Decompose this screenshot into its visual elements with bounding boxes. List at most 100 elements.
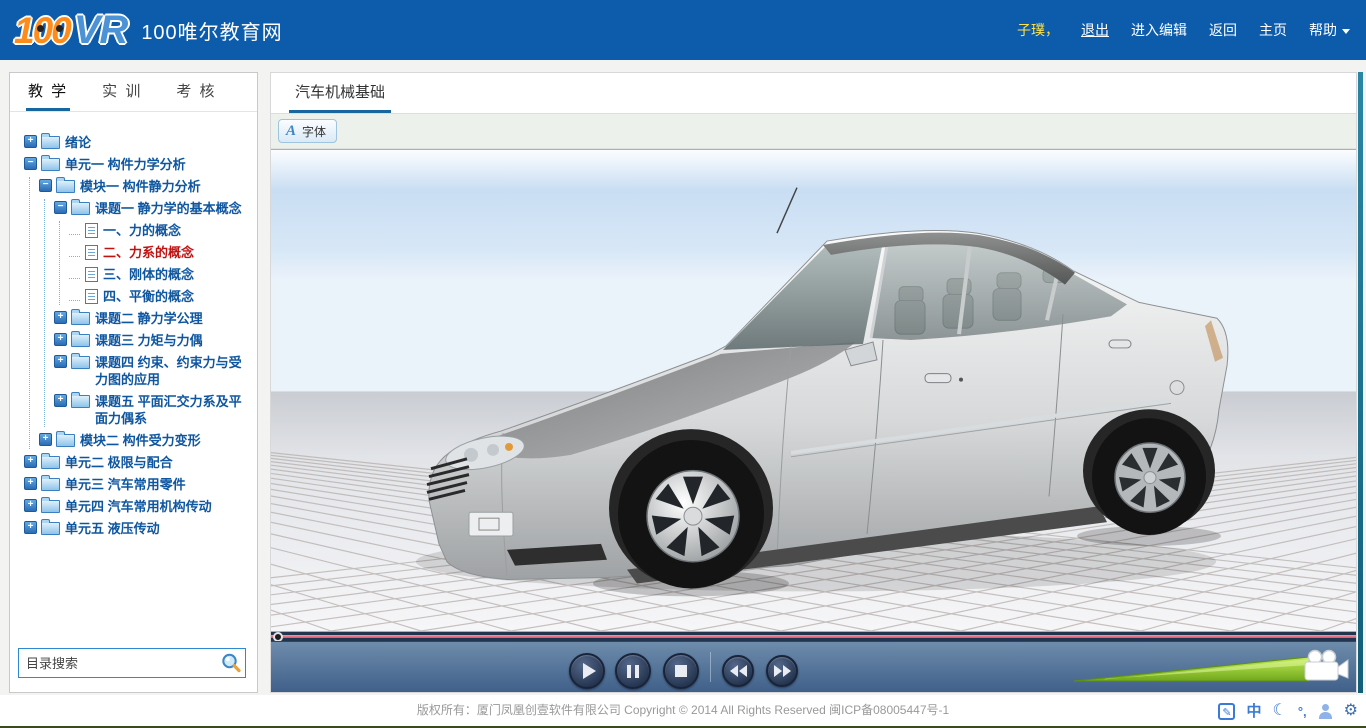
tree-item-label: 一、力的概念 — [103, 221, 253, 239]
help-menu[interactable]: 帮助 — [1309, 20, 1350, 40]
video-camera-icon[interactable] — [1302, 649, 1350, 685]
tree-item-module-1[interactable]: 模块一 构件静力分析 — [39, 177, 253, 195]
copyright-text: 版权所有：厦门凤凰创壹软件有限公司 Copyright © 2014 All R… — [0, 695, 1366, 726]
handwriting-pen-icon[interactable]: ✎ — [1218, 703, 1235, 720]
chevron-down-icon — [1342, 29, 1350, 34]
tree-item-lesson-1[interactable]: 课题一 静力学的基本概念 — [54, 199, 253, 217]
site-logo[interactable]: 100 VR 100唯尔教育网 — [14, 8, 283, 53]
tree-item-label: 课题五 平面汇交力系及平面力偶系 — [95, 392, 253, 427]
expand-icon[interactable] — [24, 499, 37, 512]
play-button[interactable] — [569, 653, 605, 689]
stop-button[interactable] — [663, 653, 699, 689]
logout-link[interactable]: 退出 — [1081, 20, 1109, 40]
folder-icon — [41, 478, 60, 491]
forward-icon — [774, 665, 791, 677]
tree-item-lesson-5[interactable]: 课题五 平面汇交力系及平面力偶系 — [54, 392, 253, 427]
tree-item-label: 模块二 构件受力变形 — [80, 431, 253, 449]
tree-item-label-selected: 二、力系的概念 — [103, 243, 253, 261]
ime-settings-gear-icon[interactable]: ⚙ — [1344, 703, 1358, 719]
tree-item-unit-3[interactable]: 单元三 汽车常用零件 — [24, 475, 253, 493]
header-bar: 100 VR 100唯尔教育网 子璞， 退出 进入编辑 返回 主页 帮助 — [0, 0, 1366, 60]
document-icon — [85, 289, 98, 304]
logo-vr: VR — [74, 8, 128, 53]
expand-icon[interactable] — [24, 477, 37, 490]
volume-wedge[interactable] — [1074, 657, 1309, 683]
tree-item-intro[interactable]: 绪论 — [24, 133, 253, 151]
ime-chinese-mode-icon[interactable]: 中 — [1246, 704, 1261, 719]
folder-icon — [71, 312, 90, 325]
expand-icon[interactable] — [54, 394, 67, 407]
rewind-button[interactable] — [722, 655, 754, 687]
tree-item-label: 单元一 构件力学分析 — [65, 155, 253, 173]
right-edge-scrollbar[interactable] — [1358, 72, 1363, 693]
viewer-3d-canvas[interactable] — [271, 149, 1356, 632]
logo-100vr-icon: 100 VR — [14, 8, 127, 53]
user-profile-icon[interactable] — [1318, 704, 1333, 719]
tree-item-label: 单元五 液压传动 — [65, 519, 253, 537]
tree-doc-force-concept[interactable]: 一、力的概念 — [69, 221, 253, 239]
tree-item-unit-4[interactable]: 单元四 汽车常用机构传动 — [24, 497, 253, 515]
expand-icon[interactable] — [24, 455, 37, 468]
expand-icon[interactable] — [54, 355, 67, 368]
tree-doc-force-system-concept[interactable]: 二、力系的概念 — [69, 243, 253, 261]
font-a-icon: A — [286, 124, 296, 139]
playback-progress-bar[interactable] — [271, 632, 1356, 641]
folder-icon — [56, 434, 75, 447]
search-icon[interactable] — [220, 652, 242, 674]
tree-connector — [69, 226, 80, 235]
tree-item-lesson-3[interactable]: 课题三 力矩与力偶 — [54, 331, 253, 349]
tree-branch: 一、力的概念 二、力系的概念 三、刚体的概念 — [59, 221, 253, 305]
folder-icon — [41, 158, 60, 171]
home-link[interactable]: 主页 — [1259, 20, 1287, 40]
tree-item-lesson-2[interactable]: 课题二 静力学公理 — [54, 309, 253, 327]
forward-button[interactable] — [766, 655, 798, 687]
tree-connector — [69, 270, 80, 279]
collapse-icon[interactable] — [39, 179, 52, 192]
tree-item-module-2[interactable]: 模块二 构件受力变形 — [39, 431, 253, 449]
tree-doc-rigid-body-concept[interactable]: 三、刚体的概念 — [69, 265, 253, 283]
tab-teaching[interactable]: 教 学 — [28, 73, 68, 111]
tree-item-label: 四、平衡的概念 — [103, 287, 253, 305]
tree-item-label: 模块一 构件静力分析 — [80, 177, 253, 195]
enter-edit-link[interactable]: 进入编辑 — [1131, 20, 1187, 40]
pause-icon — [627, 665, 639, 678]
search-input[interactable] — [19, 656, 220, 671]
player-control-bar — [271, 641, 1356, 692]
tree-item-unit-5[interactable]: 单元五 液压传动 — [24, 519, 253, 537]
collapse-icon[interactable] — [54, 201, 67, 214]
expand-icon[interactable] — [54, 333, 67, 346]
footer-bar: 版权所有：厦门凤凰创壹软件有限公司 Copyright © 2014 All R… — [0, 695, 1366, 726]
tree-doc-equilibrium-concept[interactable]: 四、平衡的概念 — [69, 287, 253, 305]
punctuation-toggle-icon[interactable]: °, — [1298, 705, 1307, 718]
tree-item-lesson-4[interactable]: 课题四 约束、约束力与受力图的应用 — [54, 353, 253, 388]
ime-toolbar: ✎ 中 ☾ °, ⚙ — [1218, 698, 1358, 724]
tab-auto-mechanics[interactable]: 汽车机械基础 — [291, 73, 389, 112]
folder-icon — [56, 180, 75, 193]
halfwidth-moon-icon[interactable]: ☾ — [1273, 703, 1287, 719]
folder-icon — [71, 395, 90, 408]
font-button-label: 字体 — [302, 123, 326, 140]
tree-item-label: 课题二 静力学公理 — [95, 309, 253, 327]
back-link[interactable]: 返回 — [1209, 20, 1237, 40]
tab-assessment[interactable]: 考 核 — [176, 73, 216, 111]
content-panel: 汽车机械基础 A 字体 — [270, 72, 1357, 693]
expand-icon[interactable] — [54, 311, 67, 324]
course-tree: 绪论 单元一 构件力学分析 模块一 构件静力分析 课题一 静力学的基本概念 — [10, 119, 257, 608]
logo-1: 1 — [14, 10, 33, 51]
viewer-toolbar: A 字体 — [271, 114, 1356, 149]
tab-training[interactable]: 实 训 — [102, 73, 142, 111]
expand-icon[interactable] — [39, 433, 52, 446]
tree-item-label: 课题三 力矩与力偶 — [95, 331, 253, 349]
tree-branch: 课题一 静力学的基本概念 一、力的概念 二、力系的概念 — [44, 199, 253, 427]
tree-item-unit-1[interactable]: 单元一 构件力学分析 — [24, 155, 253, 173]
pause-button[interactable] — [615, 653, 651, 689]
tree-item-unit-2[interactable]: 单元二 极限与配合 — [24, 453, 253, 471]
font-button[interactable]: A 字体 — [278, 119, 337, 143]
play-icon — [583, 663, 596, 679]
document-icon — [85, 267, 98, 282]
folder-icon — [71, 334, 90, 347]
collapse-icon[interactable] — [24, 157, 37, 170]
site-title: 100唯尔教育网 — [141, 16, 282, 45]
expand-icon[interactable] — [24, 135, 37, 148]
expand-icon[interactable] — [24, 521, 37, 534]
